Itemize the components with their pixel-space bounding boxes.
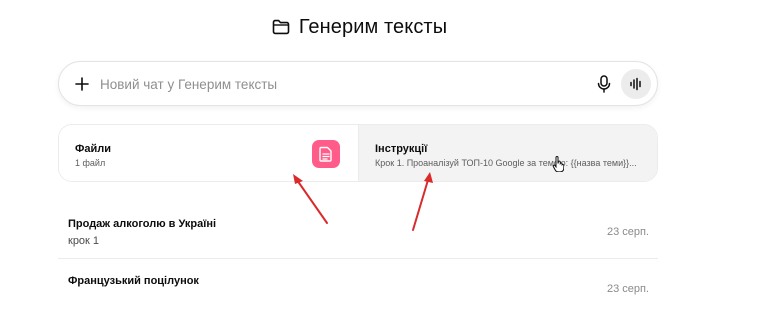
chat-list-item[interactable]: Французький поцілунок 23 серп.	[58, 258, 658, 315]
chat-title: Французький поцілунок	[68, 275, 199, 287]
voice-mode-button[interactable]	[621, 69, 651, 99]
files-card-title: Файли	[75, 143, 112, 155]
plus-icon	[75, 77, 89, 91]
add-attachment-button[interactable]	[71, 73, 93, 95]
files-card[interactable]: Файли 1 файл	[59, 125, 358, 181]
instructions-card-title: Інструкції	[375, 143, 428, 155]
chat-title: Продаж алкоголю в Україні	[68, 218, 217, 230]
chat-date: 23 серп.	[606, 283, 649, 295]
chat-list-item[interactable]: Продаж алкоголю в Україні крок 1 23 серп…	[58, 202, 658, 258]
instructions-card[interactable]: Інструкції Крок 1. Проаналізуй ТОП-10 Go…	[358, 125, 657, 181]
project-header: Генерим тексты	[0, 12, 718, 42]
new-chat-input[interactable]	[100, 74, 580, 94]
chat-composer	[58, 61, 658, 106]
hand-cursor-icon	[552, 156, 564, 172]
project-chat-list: Продаж алкоголю в Україні крок 1 23 серп…	[58, 202, 658, 315]
files-card-count: 1 файл	[75, 158, 106, 168]
folder-icon	[271, 17, 291, 37]
dictate-button[interactable]	[594, 74, 614, 94]
chat-preview: крок 1	[68, 235, 100, 247]
project-cards: Файли 1 файл Інструкції Крок 1. Проаналі…	[58, 124, 658, 182]
page-title: Генерим тексты	[298, 15, 448, 38]
document-badge	[312, 140, 340, 168]
microphone-icon	[597, 75, 611, 93]
voice-waveform-icon	[630, 77, 641, 91]
instructions-card-preview: Крок 1. Проаналізуй ТОП-10 Google за тем…	[375, 158, 637, 168]
chat-date: 23 серп.	[606, 226, 649, 238]
document-icon	[319, 146, 332, 162]
